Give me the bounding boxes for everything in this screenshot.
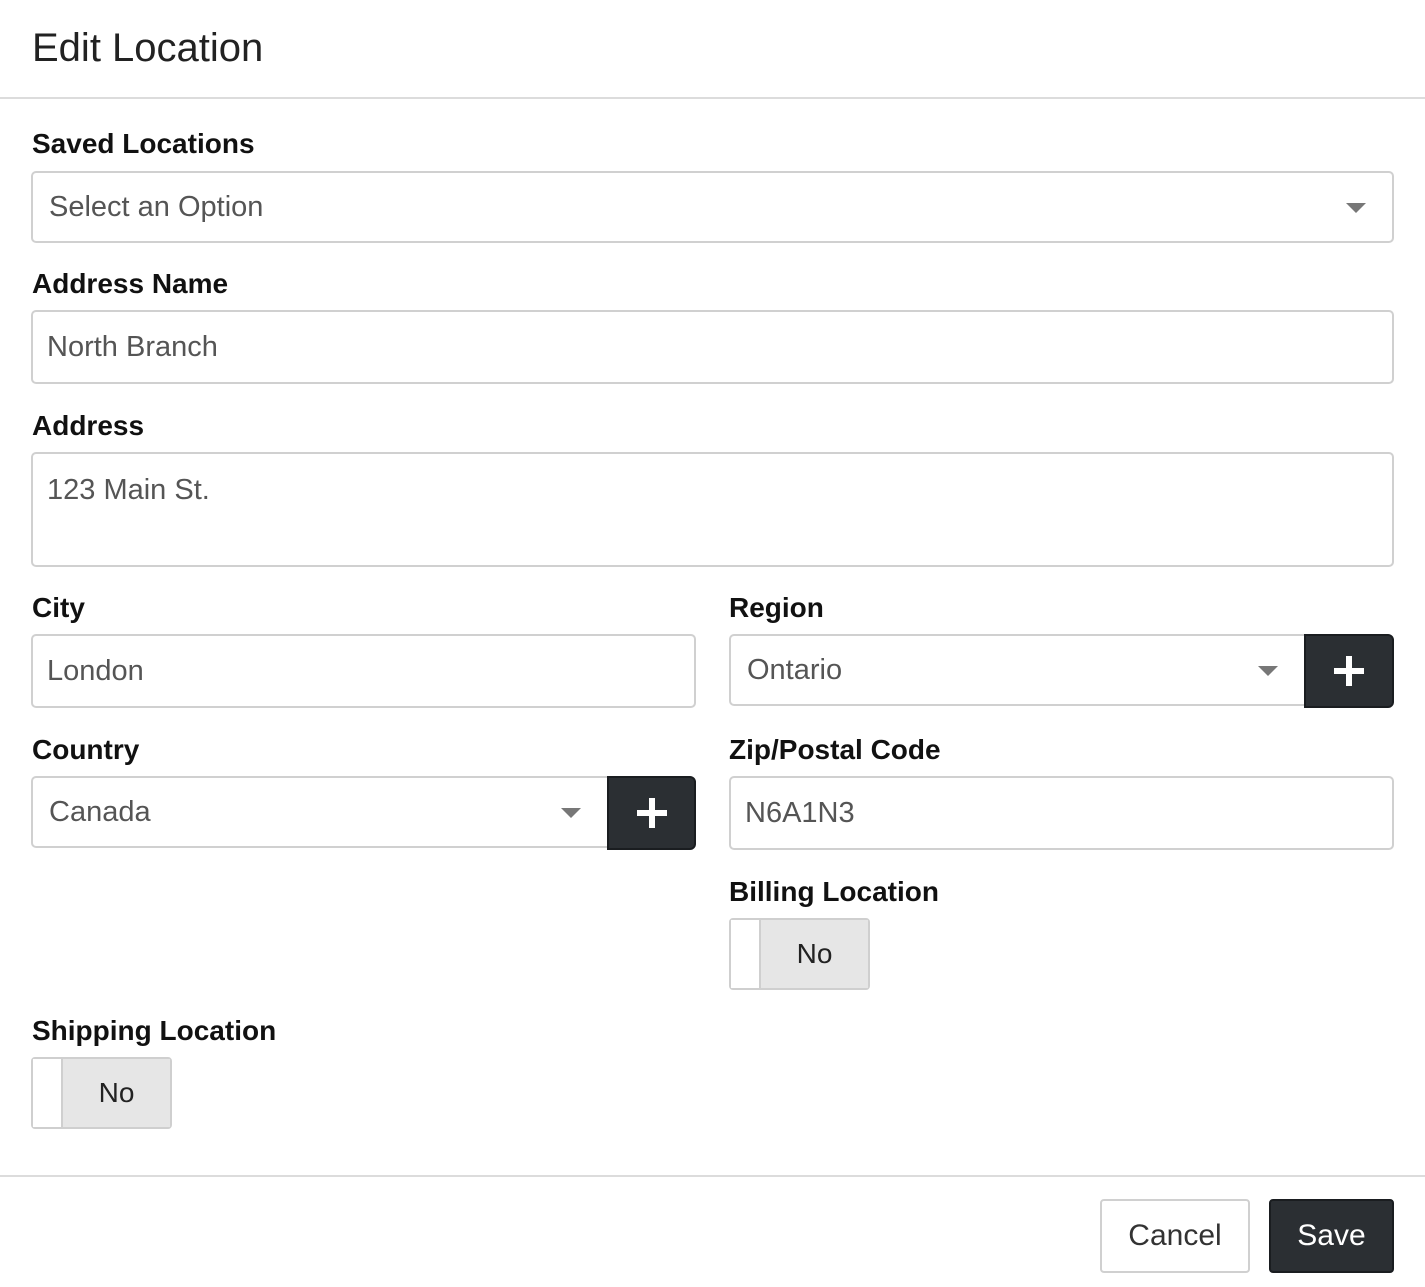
chevron-down-icon — [1258, 666, 1278, 676]
toggle-knob — [33, 1059, 63, 1127]
address-label: Address — [32, 410, 145, 441]
city-value: London — [47, 654, 144, 687]
billing-location-label: Billing Location — [729, 876, 939, 907]
region-select[interactable]: Ontario — [729, 634, 1306, 706]
plus-icon — [1334, 656, 1364, 686]
region-value: Ontario — [747, 653, 843, 686]
country-select[interactable]: Canada — [31, 776, 609, 848]
shipping-location-label: Shipping Location — [32, 1015, 277, 1046]
postal-code-input[interactable]: N6A1N3 — [729, 776, 1394, 850]
address-name-input[interactable]: North Branch — [31, 310, 1394, 384]
save-button[interactable]: Save — [1269, 1199, 1394, 1273]
postal-code-label: Zip/Postal Code — [729, 734, 941, 765]
edit-location-modal: Edit Location Saved Locations Select an … — [0, 0, 1425, 1287]
saved-locations-select[interactable]: Select an Option — [31, 171, 1394, 243]
address-textarea[interactable]: 123 Main St. — [31, 452, 1394, 567]
address-name-value: North Branch — [47, 330, 218, 363]
saved-locations-label: Saved Locations — [32, 128, 255, 159]
modal-header: Edit Location — [0, 0, 1425, 99]
add-country-button[interactable] — [607, 776, 696, 850]
billing-location-toggle[interactable]: No — [729, 918, 870, 990]
add-region-button[interactable] — [1304, 634, 1394, 708]
country-label: Country — [32, 734, 140, 765]
postal-code-value: N6A1N3 — [745, 796, 855, 829]
region-label: Region — [729, 592, 824, 623]
saved-locations-placeholder: Select an Option — [49, 190, 264, 223]
shipping-location-toggle[interactable]: No — [31, 1057, 172, 1129]
modal-footer: Cancel Save — [0, 1175, 1425, 1287]
billing-location-state: No — [761, 920, 868, 988]
cancel-button[interactable]: Cancel — [1100, 1199, 1250, 1273]
country-value: Canada — [49, 795, 151, 828]
modal-title: Edit Location — [32, 26, 264, 70]
shipping-location-state: No — [63, 1059, 170, 1127]
address-name-label: Address Name — [32, 268, 229, 299]
chevron-down-icon — [1346, 203, 1366, 213]
city-label: City — [32, 592, 85, 623]
chevron-down-icon — [561, 808, 581, 818]
plus-icon — [636, 798, 667, 828]
toggle-knob — [731, 920, 761, 988]
address-value: 123 Main St. — [47, 474, 210, 506]
city-input[interactable]: London — [31, 634, 696, 708]
